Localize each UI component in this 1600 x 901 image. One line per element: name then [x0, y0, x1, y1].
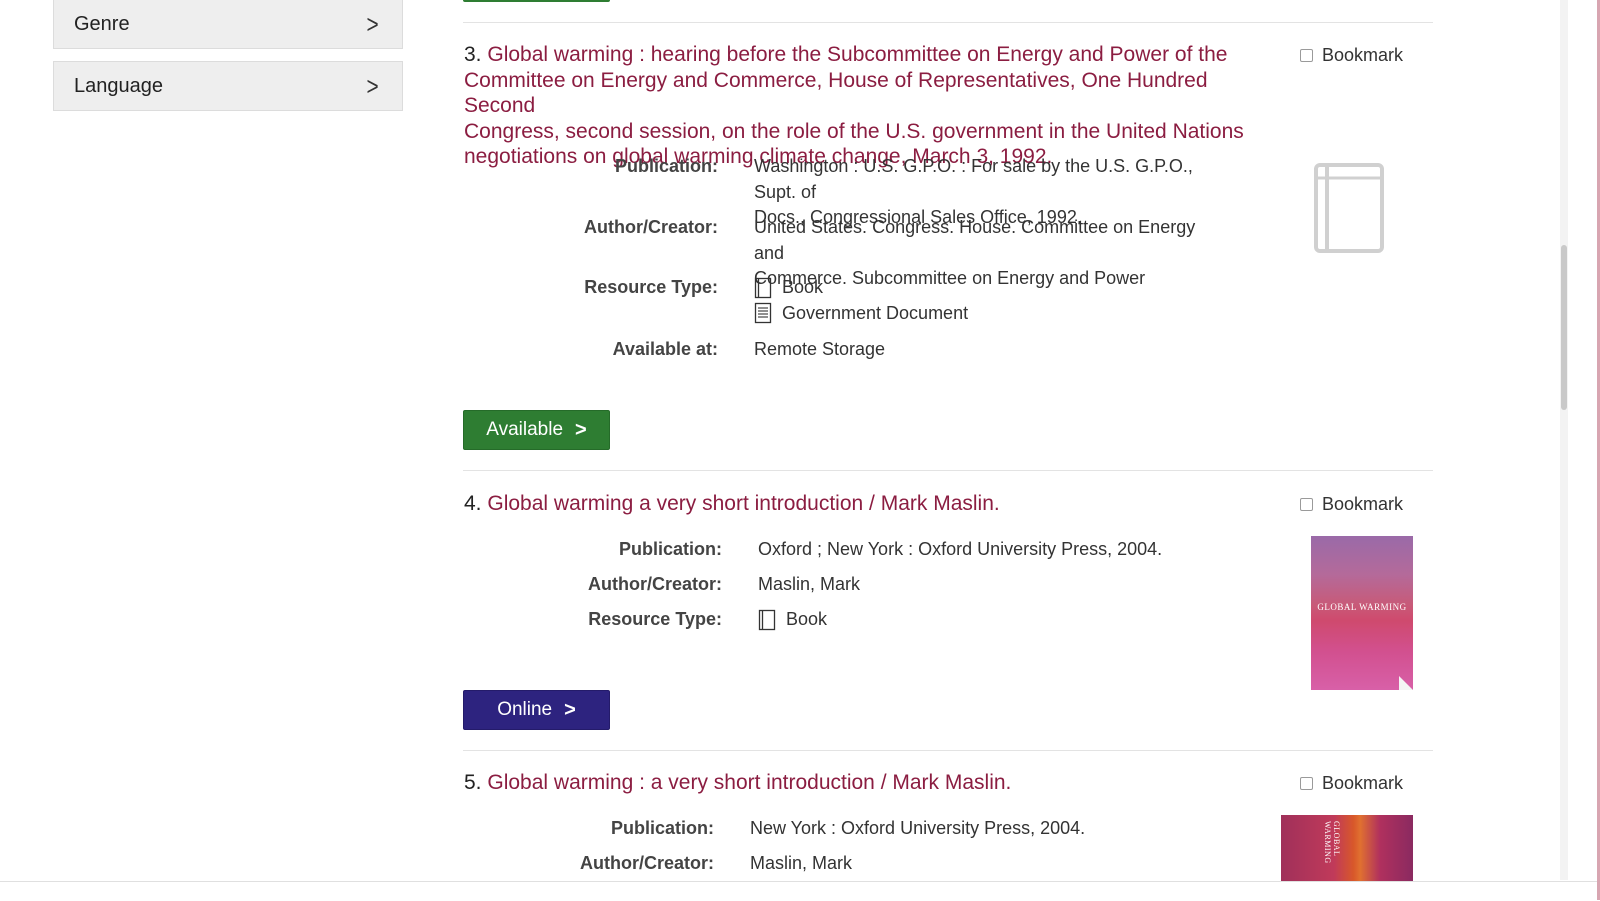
resource-type-book: Book: [754, 275, 968, 301]
chevron-right-icon: >: [366, 70, 379, 101]
available-button[interactable]: Available >: [463, 410, 610, 450]
result-title: 4. Global warming a very short introduct…: [464, 491, 1264, 517]
bookmark-toggle[interactable]: Bookmark: [1300, 45, 1403, 66]
facet-genre-label: Genre: [74, 12, 130, 35]
divider: [463, 22, 1433, 23]
book-placeholder-icon: [1313, 162, 1385, 259]
result-title-link[interactable]: Global warming : a very short introducti…: [487, 771, 1011, 794]
book-icon: [758, 609, 776, 630]
facet-genre[interactable]: Genre >: [53, 0, 403, 49]
author-value: Maslin, Mark: [750, 853, 853, 873]
bookmark-checkbox[interactable]: [1300, 777, 1313, 790]
author-value: Maslin, Mark: [758, 574, 861, 594]
online-button-label: Online: [497, 699, 553, 720]
available-at-value: Remote Storage: [754, 339, 886, 359]
bookmark-label: Bookmark: [1322, 773, 1404, 793]
author-row: Author/Creator: Maslin, Mark: [564, 572, 860, 598]
publication-row: Publication: Oxford ; New York : Oxford …: [564, 537, 1162, 563]
resource-type-label: Resource Type:: [588, 609, 722, 629]
previous-result-button-edge[interactable]: [463, 0, 610, 2]
chevron-right-icon: >: [575, 418, 587, 441]
author-label: Author/Creator:: [588, 574, 722, 594]
result-title: 3. Global warming : hearing before the S…: [464, 42, 1264, 170]
vertical-scrollbar-thumb[interactable]: [1561, 245, 1567, 410]
facet-language[interactable]: Language >: [53, 61, 403, 111]
facet-language-label: Language: [74, 74, 163, 97]
book-cover-image[interactable]: GLOBAL WARMING: [1311, 536, 1413, 690]
document-icon: [754, 303, 772, 324]
window-bottom-edge: [0, 881, 1600, 901]
divider: [463, 750, 1433, 751]
cover-title-text: GLOBAL WARMING: [1323, 821, 1341, 864]
publication-label: Publication:: [611, 818, 714, 838]
bookmark-toggle[interactable]: Bookmark: [1300, 773, 1403, 794]
publication-value: New York : Oxford University Press, 2004…: [750, 818, 1086, 838]
resource-type-row: Resource Type: Book: [564, 607, 827, 633]
vertical-scrollbar-track[interactable]: [1560, 0, 1568, 880]
chevron-right-icon: >: [366, 8, 379, 39]
result-title-link[interactable]: Global warming : hearing before the Subc…: [464, 43, 1244, 168]
bookmark-label: Bookmark: [1322, 494, 1404, 514]
result-number: 3.: [464, 43, 482, 66]
result-number: 4.: [464, 492, 482, 515]
bookmark-label: Bookmark: [1322, 45, 1404, 65]
resource-type-label: Resource Type:: [584, 277, 718, 297]
bookmark-toggle[interactable]: Bookmark: [1300, 494, 1403, 515]
available-at-row: Available at: Remote Storage: [560, 337, 885, 363]
available-at-label: Available at:: [612, 339, 718, 359]
book-cover-image[interactable]: GLOBAL WARMING: [1281, 815, 1413, 881]
resource-type-government-document: Government Document: [754, 301, 968, 327]
page-curl-icon: [1399, 676, 1413, 690]
cover-title-text: GLOBAL WARMING: [1317, 602, 1407, 612]
author-label: Author/Creator:: [580, 853, 714, 873]
result-title-link[interactable]: Global warming a very short introduction…: [487, 492, 999, 515]
author-row: Author/Creator: Maslin, Mark: [556, 851, 852, 877]
publication-value: Oxford ; New York : Oxford University Pr…: [758, 539, 1163, 559]
book-icon: [754, 277, 772, 298]
bookmark-checkbox[interactable]: [1300, 49, 1313, 62]
publication-label: Publication:: [619, 539, 722, 559]
resource-type-book: Book: [758, 607, 827, 633]
result-title: 5. Global warming : a very short introdu…: [464, 770, 1264, 796]
chevron-right-icon: >: [564, 698, 576, 721]
publication-row: Publication: New York : Oxford Universit…: [556, 816, 1085, 842]
bookmark-checkbox[interactable]: [1300, 498, 1313, 511]
online-button[interactable]: Online >: [463, 690, 610, 730]
resource-type-row: Resource Type: Book Government Document: [560, 275, 968, 326]
result-number: 5.: [464, 771, 482, 794]
divider: [463, 470, 1433, 471]
available-button-label: Available: [486, 419, 564, 440]
